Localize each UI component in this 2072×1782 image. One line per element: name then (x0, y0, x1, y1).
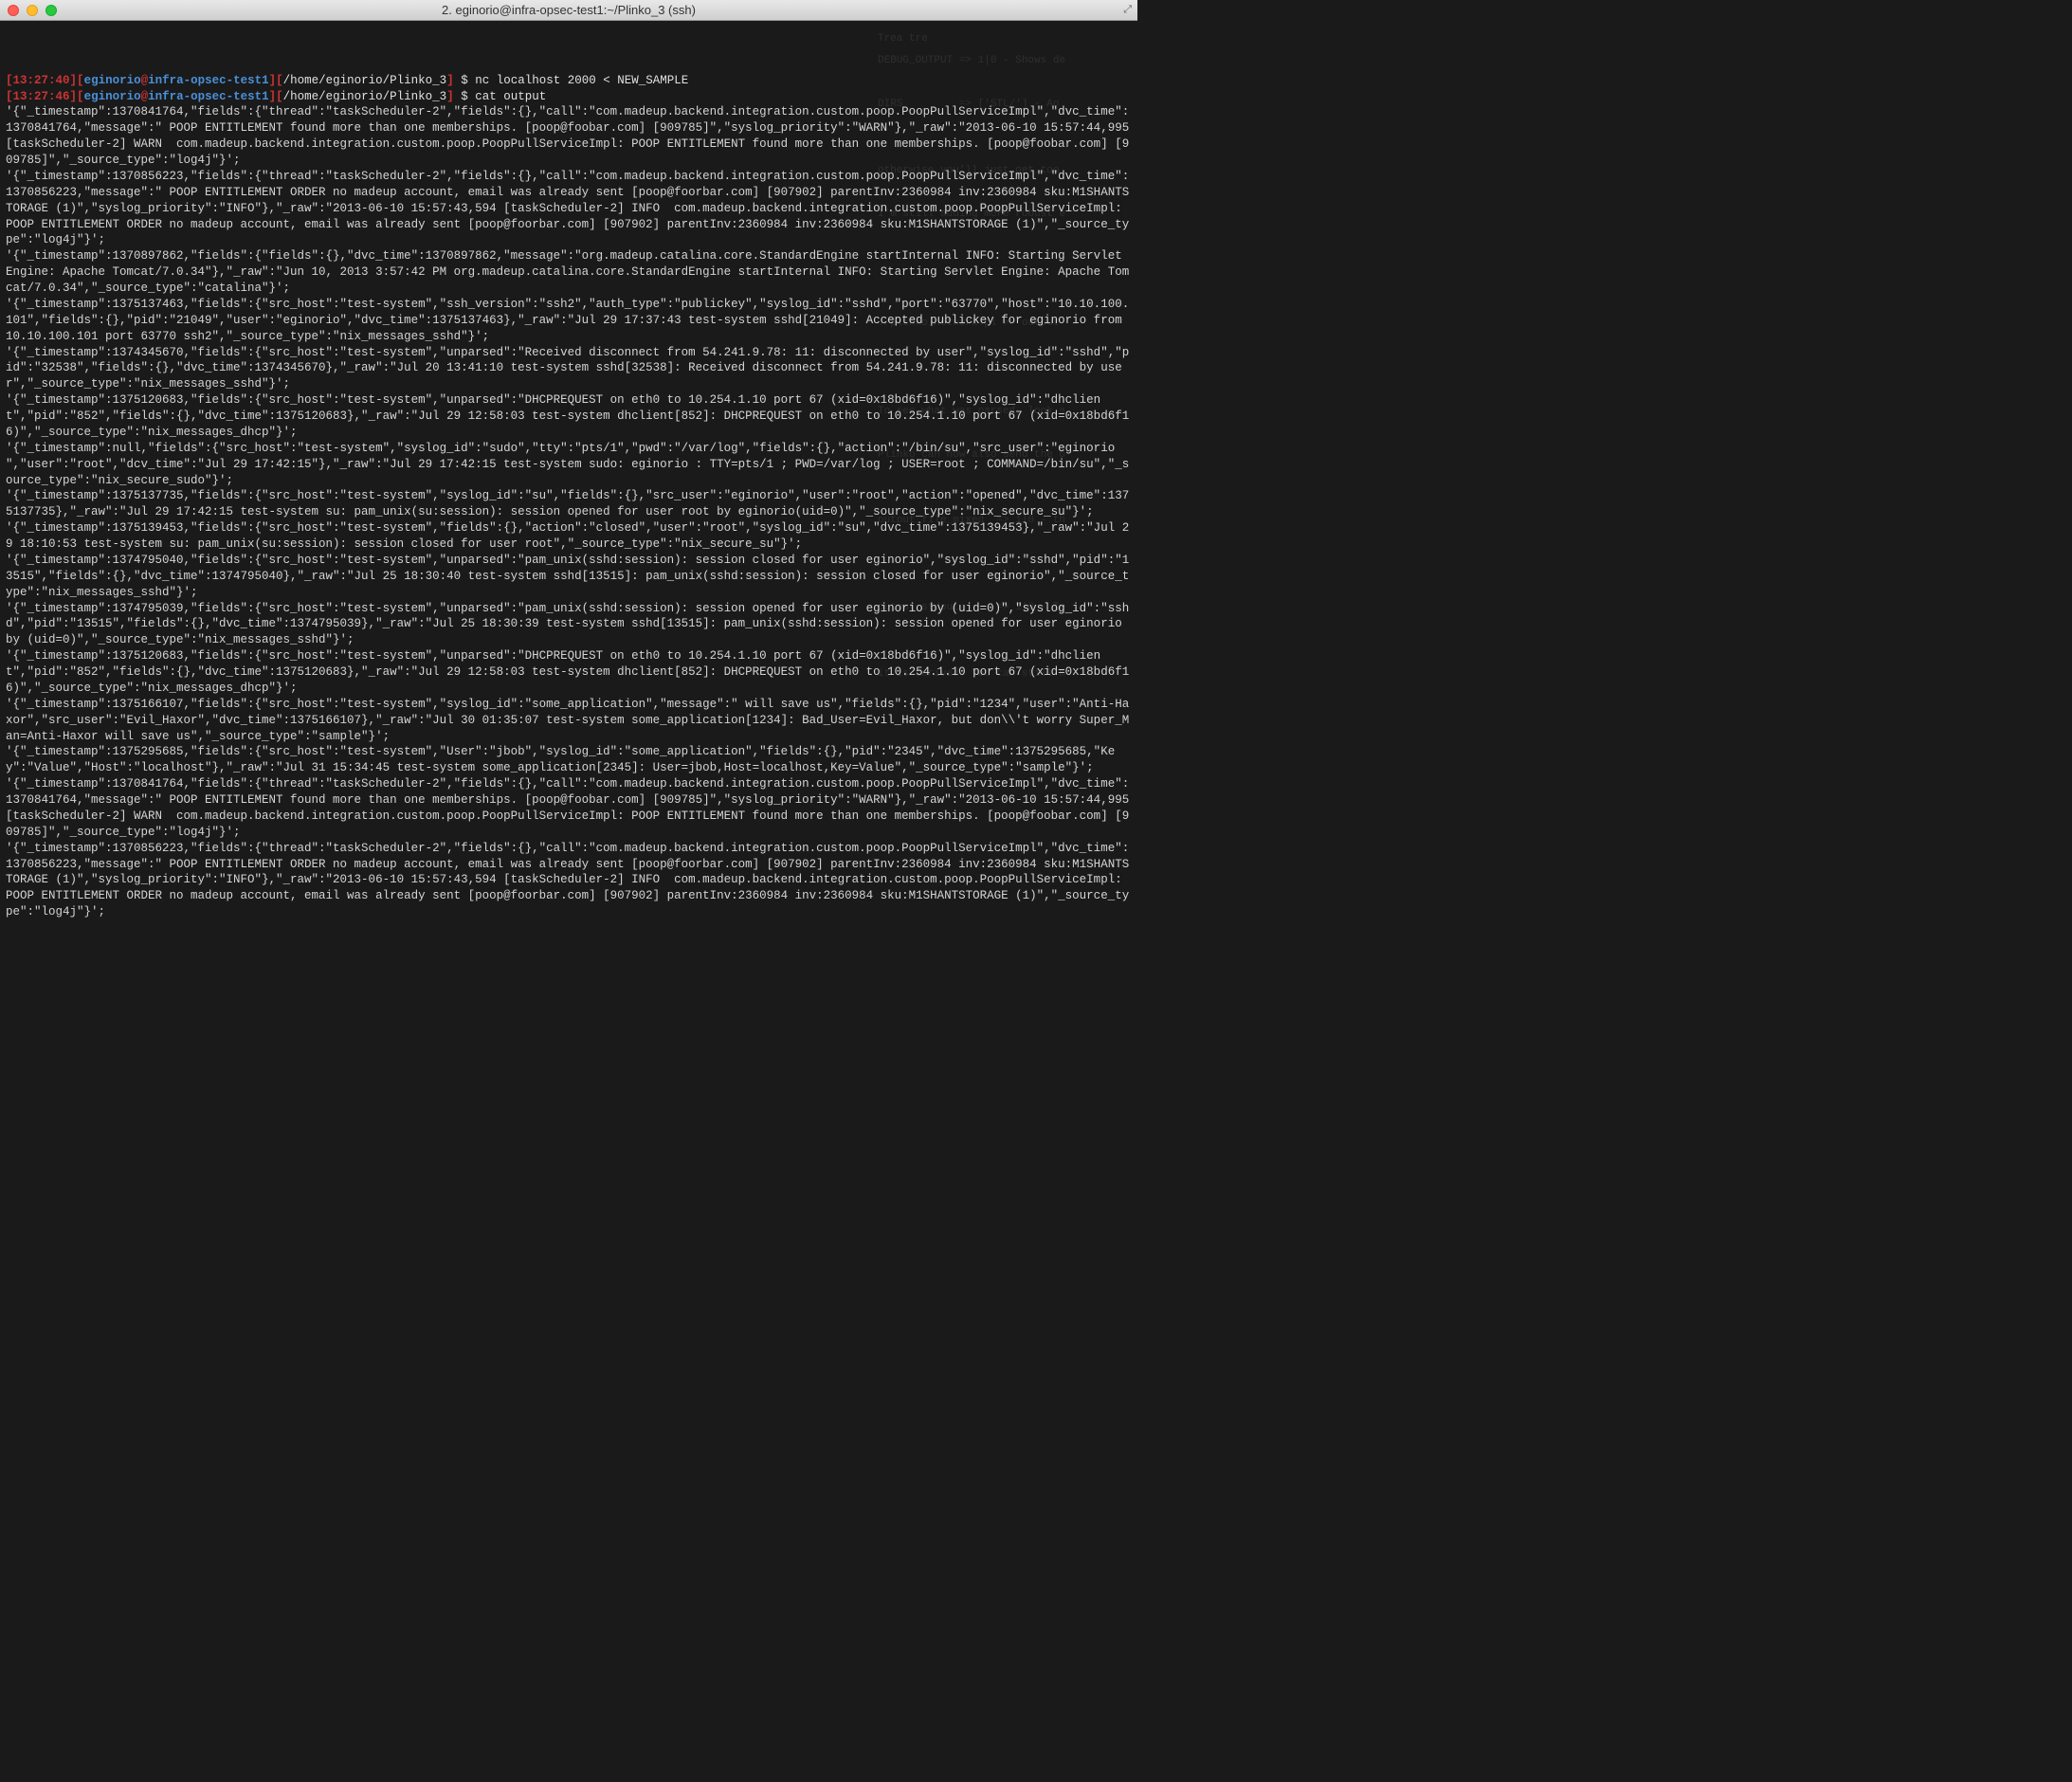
prompt-line: [13:27:40][eginorio@infra-opsec-test1][/… (6, 73, 1132, 89)
output-line: '{"_timestamp":1375120683,"fields":{"src… (6, 648, 1132, 697)
output-line: '{"_timestamp":null,"fields":{"src_host"… (6, 441, 1132, 489)
traffic-lights (8, 5, 57, 16)
output-line: '{"_timestamp":1370856223,"fields":{"thr… (6, 169, 1132, 248)
output-line: '{"_timestamp":1370841764,"fields":{"thr… (6, 776, 1132, 841)
output-line: '{"_timestamp":1374795039,"fields":{"src… (6, 601, 1132, 649)
window-title: 2. eginorio@infra-opsec-test1:~/Plinko_3… (0, 3, 1137, 17)
terminal-area[interactable]: Trea treDEBUG_OUTPUT => 1|0 - Shows de D… (0, 21, 1137, 959)
close-button[interactable] (8, 5, 19, 16)
maximize-button[interactable] (45, 5, 57, 16)
minimize-button[interactable] (27, 5, 38, 16)
terminal-content: [13:27:40][eginorio@infra-opsec-test1][/… (6, 73, 1132, 920)
output-line: '{"_timestamp":1374795040,"fields":{"src… (6, 553, 1132, 601)
output-line: '{"_timestamp":1370856223,"fields":{"thr… (6, 841, 1132, 920)
output-line: '{"_timestamp":1375139453,"fields":{"src… (6, 520, 1132, 553)
output-line: '{"_timestamp":1375137463,"fields":{"src… (6, 297, 1132, 345)
output-line: '{"_timestamp":1375137735,"fields":{"src… (6, 488, 1132, 520)
output-line: '{"_timestamp":1374345670,"fields":{"src… (6, 345, 1132, 393)
output-line: '{"_timestamp":1370841764,"fields":{"thr… (6, 104, 1132, 169)
prompt-line: [13:27:46][eginorio@infra-opsec-test1][/… (6, 89, 1132, 105)
output-line: '{"_timestamp":1370897862,"fields":{"fie… (6, 248, 1132, 297)
expand-icon[interactable]: ⤢ (1123, 5, 1132, 16)
output-line: '{"_timestamp":1375295685,"fields":{"src… (6, 744, 1132, 776)
window-titlebar: 2. eginorio@infra-opsec-test1:~/Plinko_3… (0, 0, 1137, 21)
output-line: '{"_timestamp":1375166107,"fields":{"src… (6, 697, 1132, 745)
output-line: '{"_timestamp":1375120683,"fields":{"src… (6, 392, 1132, 441)
